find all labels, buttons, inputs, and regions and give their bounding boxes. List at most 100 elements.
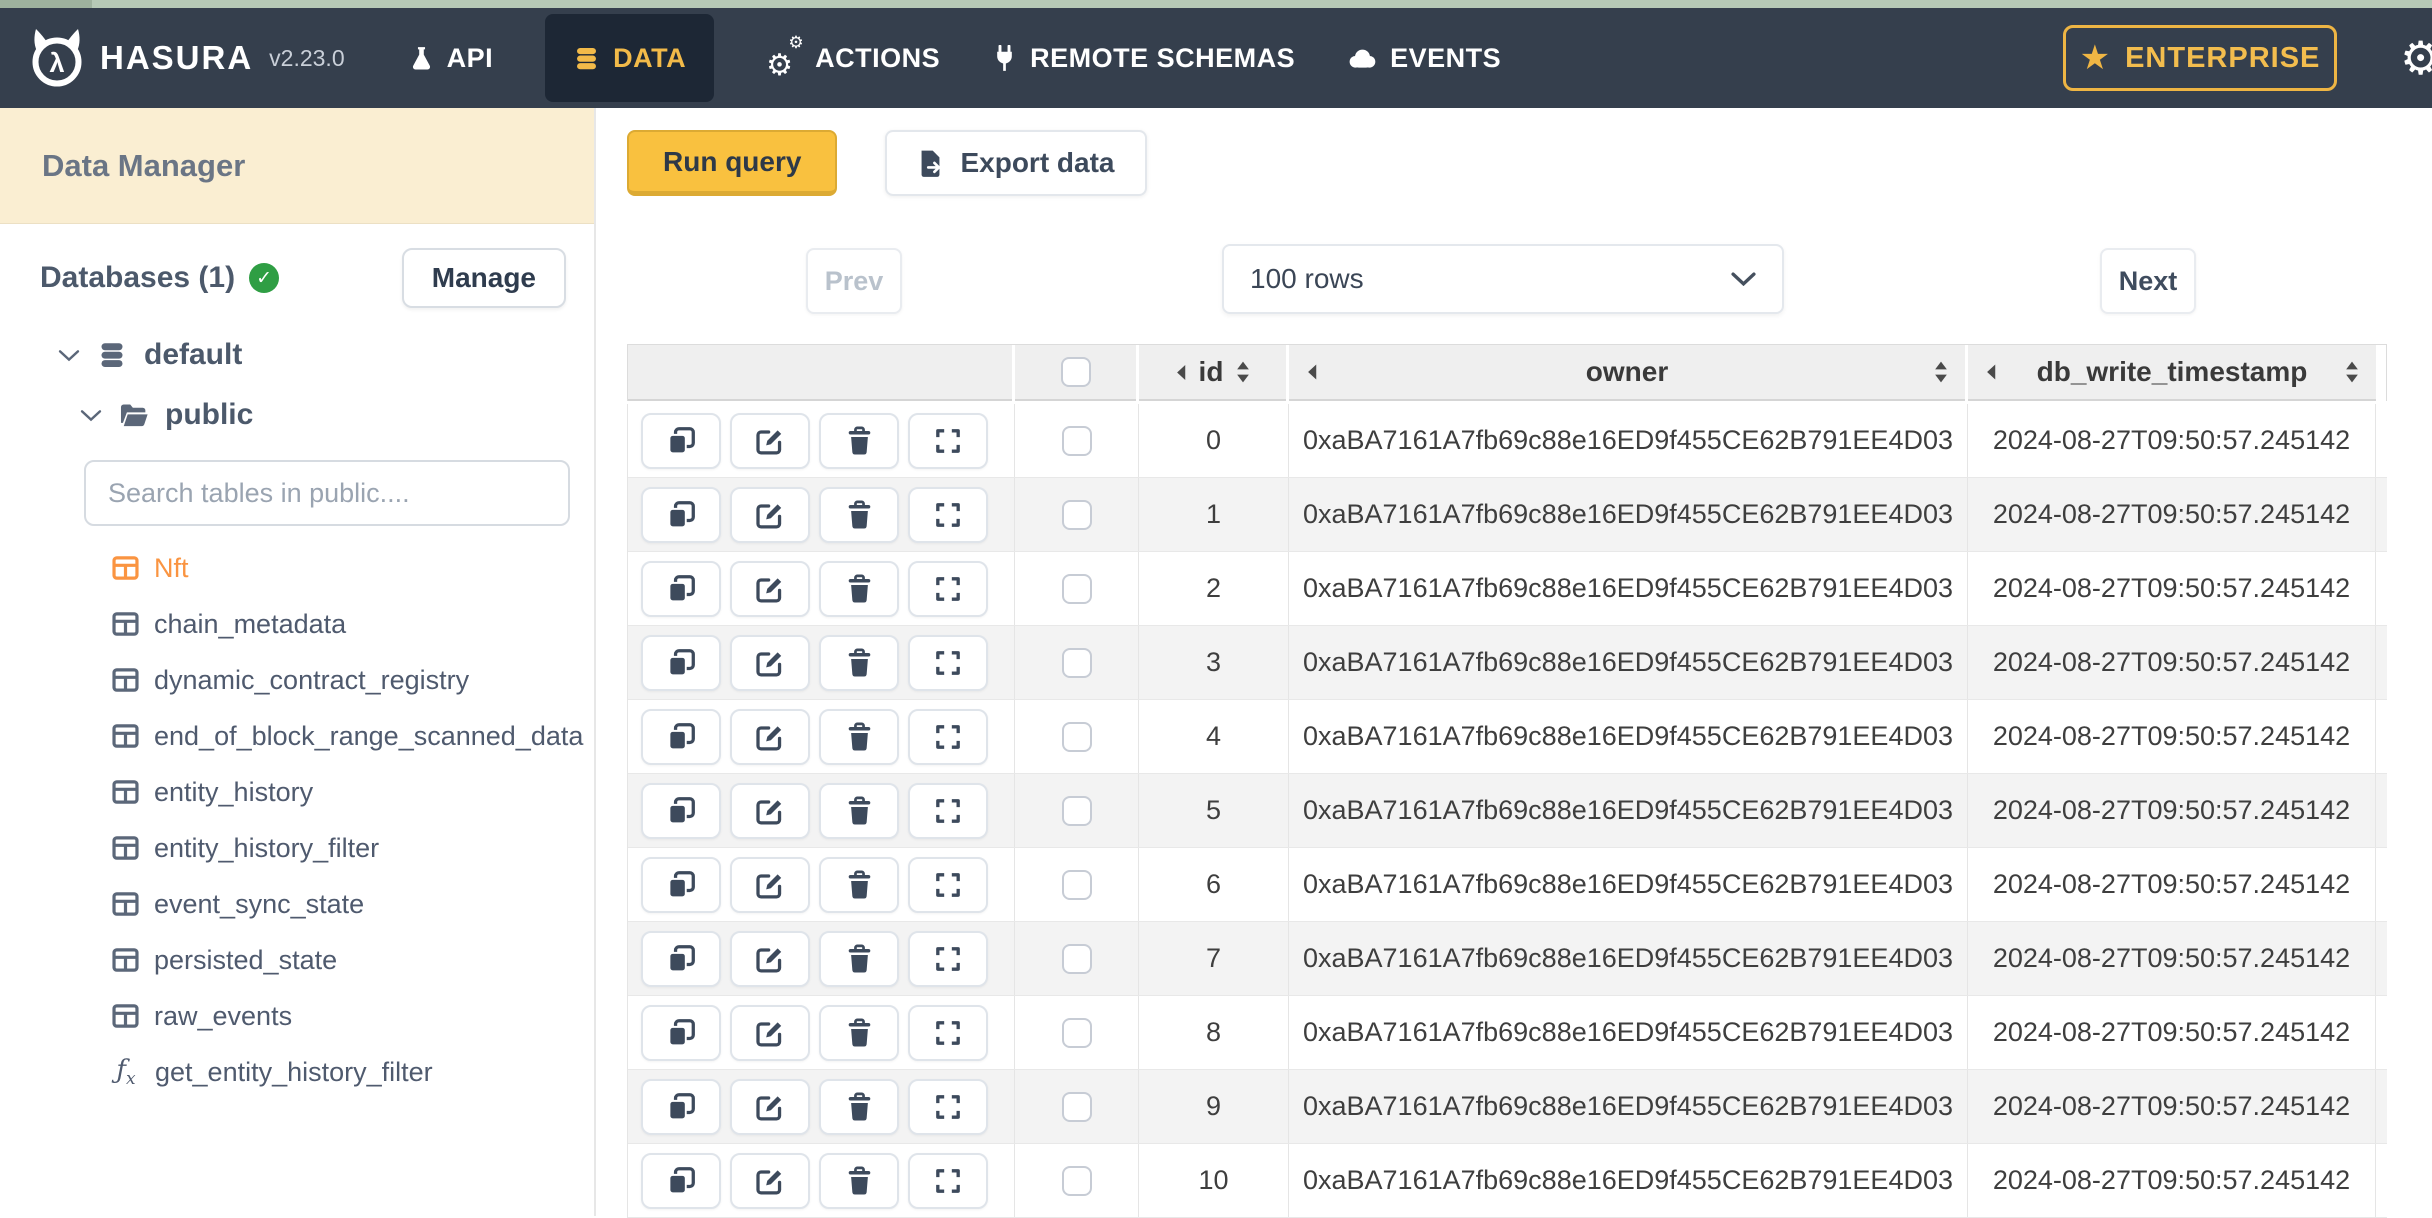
sidebar-table-item[interactable]: ƒx persisted_state [0,932,594,988]
header-id[interactable]: id [1139,345,1286,401]
delete-row-button[interactable] [819,1004,899,1061]
enterprise-button[interactable]: ★ ENTERPRISE [2063,25,2337,91]
delete-row-button[interactable] [819,1152,899,1209]
delete-row-button[interactable] [819,708,899,765]
prev-page-button[interactable]: Prev [806,248,902,314]
nav-item-events[interactable]: EVENTS [1347,43,1501,74]
sidebar-table-item[interactable]: ƒx chain_metadata [0,596,594,652]
row-checkbox-cell [1015,996,1139,1069]
nav-item-remote-schemas[interactable]: REMOTE SCHEMAS [992,43,1295,74]
edit-row-button[interactable] [730,634,810,691]
cell-id: 9 [1139,1070,1289,1143]
edit-row-button[interactable] [730,930,810,987]
expand-row-button[interactable] [908,782,988,839]
clone-row-button[interactable] [641,1004,721,1061]
sidebar-table-item[interactable]: ƒx event_sync_state [0,876,594,932]
sidebar-table-item[interactable]: ƒx entity_history [0,764,594,820]
sort-icon[interactable] [1933,359,1949,385]
sidebar-table-item[interactable]: ƒx Nft [0,540,594,596]
sidebar-table-item[interactable]: ƒx get_entity_history_filter [0,1044,594,1100]
nav-item-data[interactable]: DATA [545,14,715,102]
edit-row-button[interactable] [730,1004,810,1061]
collapse-column-icon[interactable] [1305,363,1318,382]
sidebar-table-item[interactable]: ƒx raw_events [0,988,594,1044]
sidebar-table-item[interactable]: ƒx dynamic_contract_registry [0,652,594,708]
rows-per-page-select[interactable]: 100 rows [1222,244,1784,314]
export-data-button[interactable]: Export data [885,130,1147,196]
copy-icon [666,722,696,752]
collapse-column-icon[interactable] [1174,363,1187,382]
table-row: 7 0xaBA7161A7fb69c88e16ED9f455CE62B791EE… [628,922,2387,996]
clone-row-button[interactable] [641,560,721,617]
delete-row-button[interactable] [819,930,899,987]
row-checkbox[interactable] [1061,647,1092,678]
header-owner[interactable]: owner [1289,345,1965,401]
copy-icon [666,1018,696,1048]
expand-row-button[interactable] [908,708,988,765]
nav-item-actions[interactable]: ⚙ ⚙ ACTIONS [766,33,940,83]
manage-button[interactable]: Manage [401,248,566,308]
clone-row-button[interactable] [641,782,721,839]
delete-row-button[interactable] [819,782,899,839]
row-checkbox[interactable] [1061,1017,1092,1048]
nav-item-api[interactable]: API [409,43,494,74]
edit-row-button[interactable] [730,560,810,617]
row-checkbox[interactable] [1061,943,1092,974]
clone-row-button[interactable] [641,856,721,913]
row-checkbox[interactable] [1061,869,1092,900]
clone-row-button[interactable] [641,930,721,987]
tree-node-database[interactable]: default [58,338,594,372]
delete-row-button[interactable] [819,1078,899,1135]
header-db-write-timestamp[interactable]: db_write_timestamp [1968,345,2376,401]
expand-row-button[interactable] [908,1004,988,1061]
delete-row-button[interactable] [819,486,899,543]
edit-row-button[interactable] [730,708,810,765]
edit-row-button[interactable] [730,856,810,913]
row-checkbox[interactable] [1061,425,1092,456]
sort-icon[interactable] [2344,359,2360,385]
delete-row-button[interactable] [819,634,899,691]
expand-row-button[interactable] [908,412,988,469]
collapse-column-icon[interactable] [1984,363,1997,382]
row-checkbox[interactable] [1061,573,1092,604]
expand-row-button[interactable] [908,856,988,913]
clone-row-button[interactable] [641,634,721,691]
row-checkbox[interactable] [1061,1165,1092,1196]
clone-row-button[interactable] [641,708,721,765]
sidebar-table-item[interactable]: ƒx entity_history_filter [0,820,594,876]
flask-icon [409,45,434,71]
delete-row-button[interactable] [819,412,899,469]
edit-row-button[interactable] [730,1152,810,1209]
gears-icon: ⚙ ⚙ [766,33,805,83]
clone-row-button[interactable] [641,1078,721,1135]
edit-row-button[interactable] [730,412,810,469]
expand-row-button[interactable] [908,486,988,543]
clone-row-button[interactable] [641,412,721,469]
run-query-button[interactable]: Run query [627,130,838,196]
select-all-checkbox[interactable] [1060,357,1091,387]
edit-row-button[interactable] [730,486,810,543]
search-tables-input[interactable] [84,460,570,526]
row-checkbox[interactable] [1061,1091,1092,1122]
expand-row-button[interactable] [908,634,988,691]
expand-row-button[interactable] [908,930,988,987]
clone-row-button[interactable] [641,1152,721,1209]
expand-row-button[interactable] [908,1152,988,1209]
tree-node-schema[interactable]: public [80,398,594,432]
delete-row-button[interactable] [819,560,899,617]
settings-gear-icon[interactable]: ⚙ [2400,35,2432,81]
clone-row-button[interactable] [641,486,721,543]
sort-icon[interactable] [1235,359,1251,385]
edit-row-button[interactable] [730,1078,810,1135]
row-checkbox[interactable] [1061,795,1092,826]
next-page-button[interactable]: Next [2100,248,2196,314]
row-checkbox[interactable] [1061,499,1092,530]
delete-row-button[interactable] [819,856,899,913]
edit-icon [755,944,785,974]
sidebar-table-item[interactable]: ƒx end_of_block_range_scanned_data [0,708,594,764]
row-checkbox[interactable] [1061,721,1092,752]
hasura-logo-icon[interactable]: λ [26,26,88,90]
expand-row-button[interactable] [908,1078,988,1135]
expand-row-button[interactable] [908,560,988,617]
edit-row-button[interactable] [730,782,810,839]
